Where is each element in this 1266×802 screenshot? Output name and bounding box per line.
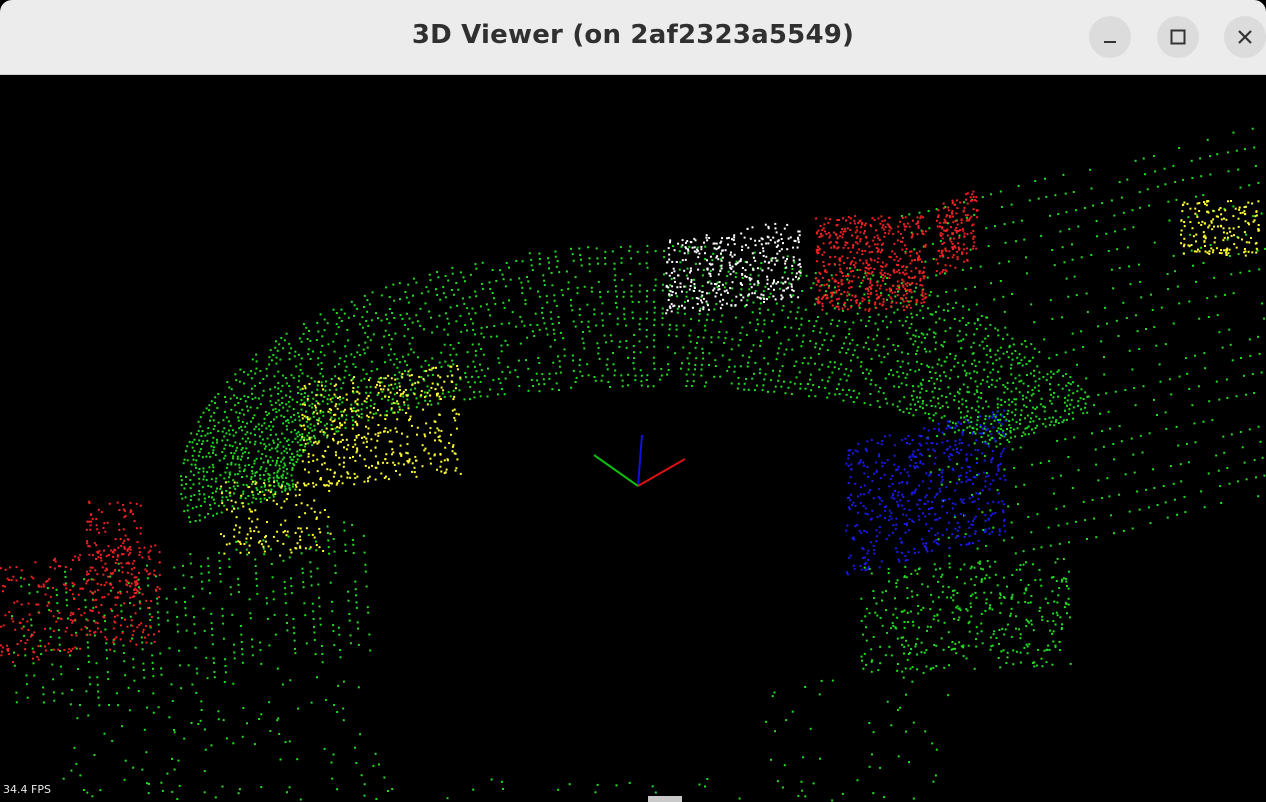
resize-handle[interactable] xyxy=(648,796,682,802)
title-bar[interactable]: 3D Viewer (on 2af2323a5549) xyxy=(0,0,1266,75)
maximize-button[interactable] xyxy=(1157,16,1199,58)
point-cloud-viewport[interactable]: 34.4 FPS xyxy=(0,75,1266,802)
axis-x xyxy=(637,458,686,487)
minimize-button[interactable] xyxy=(1089,16,1131,58)
close-icon xyxy=(1238,30,1252,44)
axis-y xyxy=(593,454,639,487)
viewer-window: 3D Viewer (on 2af2323a5549) 34.4 FPS xyxy=(0,0,1266,802)
point-cloud-points xyxy=(0,127,1266,802)
coordinate-axes xyxy=(593,434,686,487)
axis-z xyxy=(637,434,643,487)
minimize-icon xyxy=(1104,41,1116,43)
point-cloud-canvas[interactable] xyxy=(0,75,1266,802)
maximize-icon xyxy=(1170,29,1186,45)
window-title: 3D Viewer (on 2af2323a5549) xyxy=(411,20,855,50)
fps-counter: 34.4 FPS xyxy=(3,783,51,796)
close-button[interactable] xyxy=(1224,16,1266,58)
